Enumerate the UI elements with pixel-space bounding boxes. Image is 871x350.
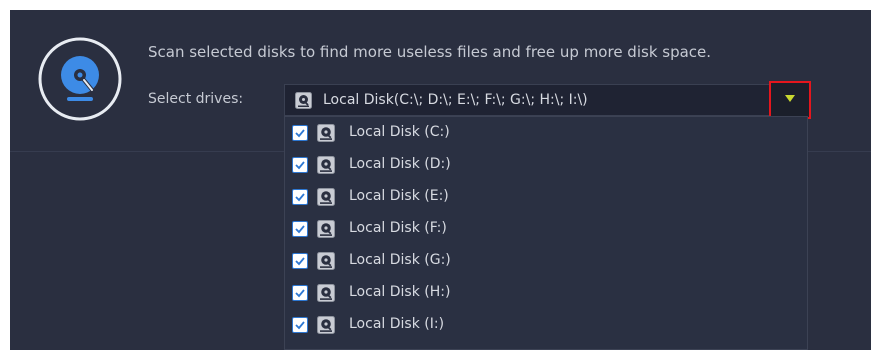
drive-select-combo[interactable]: Local Disk(C:\; D:\; E:\; F:\; G:\; H:\;…: [284, 84, 808, 116]
drive-label: Local Disk (H:): [349, 284, 451, 300]
hard-disk-icon: [317, 156, 335, 174]
hard-disk-icon: [317, 252, 335, 270]
checkbox[interactable]: [292, 285, 308, 301]
drive-label: Local Disk (E:): [349, 188, 449, 204]
checkbox[interactable]: [292, 253, 308, 269]
hard-disk-icon: [317, 220, 335, 238]
drive-item-d[interactable]: Local Disk (D:): [285, 149, 807, 181]
checkmark-icon: [295, 321, 305, 330]
checkbox[interactable]: [292, 125, 308, 141]
drive-label: Local Disk (C:): [349, 124, 450, 140]
checkbox[interactable]: [292, 189, 308, 205]
selected-drives-value: Local Disk(C:\; D:\; E:\; F:\; G:\; H:\;…: [323, 92, 588, 108]
scan-panel: Scan selected disks to find more useless…: [10, 10, 871, 350]
checkmark-icon: [295, 257, 305, 266]
checkmark-icon: [295, 129, 305, 138]
scan-description: Scan selected disks to find more useless…: [148, 43, 712, 61]
select-drives-label: Select drives:: [148, 91, 244, 107]
drive-label: Local Disk (D:): [349, 156, 451, 172]
hard-disk-icon: [317, 124, 335, 142]
checkmark-icon: [295, 161, 305, 170]
checkmark-icon: [295, 289, 305, 298]
checkmark-icon: [295, 225, 305, 234]
drive-item-g[interactable]: Local Disk (G:): [285, 245, 807, 277]
checkmark-icon: [295, 193, 305, 202]
disk-cleanup-icon: [36, 35, 124, 123]
checkbox[interactable]: [292, 221, 308, 237]
drive-item-i[interactable]: Local Disk (I:): [285, 309, 807, 341]
drive-dropdown-list: Local Disk (C:) Local Disk (D:) Local Di…: [284, 116, 808, 350]
drive-label: Local Disk (F:): [349, 220, 447, 236]
drive-item-f[interactable]: Local Disk (F:): [285, 213, 807, 245]
checkbox[interactable]: [292, 317, 308, 333]
checkbox[interactable]: [292, 157, 308, 173]
drive-label: Local Disk (I:): [349, 316, 445, 332]
triangle-down-icon: [785, 95, 795, 102]
drive-item-h[interactable]: Local Disk (H:): [285, 277, 807, 309]
hard-disk-icon: [317, 316, 335, 334]
drive-item-e[interactable]: Local Disk (E:): [285, 181, 807, 213]
drive-item-c[interactable]: Local Disk (C:): [285, 117, 807, 149]
drive-label: Local Disk (G:): [349, 252, 451, 268]
hard-disk-icon: [317, 284, 335, 302]
hard-disk-icon: [295, 92, 312, 109]
hard-disk-icon: [317, 188, 335, 206]
dropdown-toggle-button[interactable]: [769, 81, 811, 119]
